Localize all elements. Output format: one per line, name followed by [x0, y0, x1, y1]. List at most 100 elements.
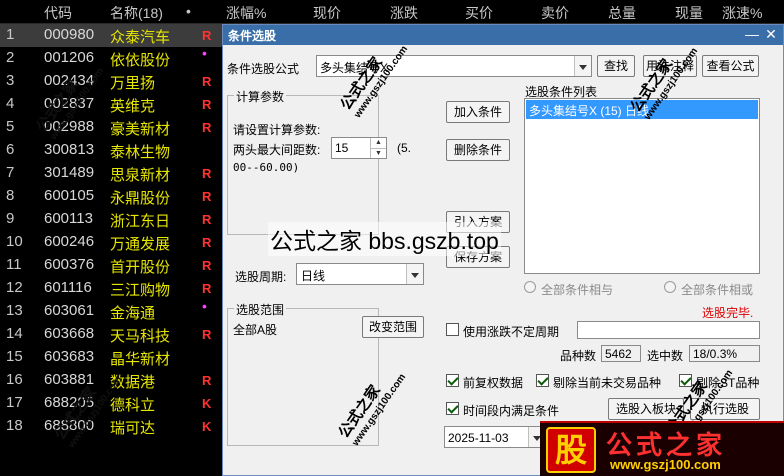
col-name[interactable]: 名称(18) — [110, 3, 163, 23]
table-row[interactable]: 9 600113 浙江东日 R — [0, 208, 230, 231]
row-number: 14 — [6, 325, 23, 342]
table-row[interactable]: 4 002837 英维克 R — [0, 93, 230, 116]
table-row[interactable]: 15 603683 晶华新材 — [0, 346, 230, 369]
stock-name: 众泰汽车 — [110, 29, 171, 46]
condition-list[interactable]: 多头集结号X (15) 日线 — [524, 98, 760, 274]
table-row[interactable]: 17 688205 德科立 K — [0, 392, 230, 415]
stock-name: 浙江东日 — [110, 213, 171, 230]
stock-flag: R — [202, 235, 212, 250]
stock-name: 依依股份 — [110, 52, 171, 69]
add-condition-button[interactable]: 加入条件 — [446, 101, 510, 123]
date-picker[interactable]: 2025-11-03 — [444, 426, 546, 448]
scope-value: 全部A股 — [233, 323, 278, 337]
table-row[interactable]: 13 603061 金海通 • — [0, 298, 230, 323]
calc-params-title: 计算参数 — [234, 88, 287, 105]
stock-code: 688800 — [44, 417, 95, 434]
table-row[interactable]: 2 001206 依依股份 • — [0, 45, 230, 70]
row-number: 10 — [6, 233, 23, 250]
exclude-st-checkbox[interactable] — [679, 374, 692, 387]
delete-condition-button[interactable]: 删除条件 — [446, 139, 510, 161]
col-change-pct[interactable]: 涨幅% — [226, 3, 266, 23]
table-row[interactable]: 16 603881 数据港 R — [0, 369, 230, 392]
stock-name: 数据港 — [110, 374, 156, 391]
row-number: 12 — [6, 279, 23, 296]
usage-notes-button[interactable]: 用法注释 — [643, 55, 697, 77]
radio-all-and[interactable] — [524, 281, 536, 293]
stock-code: 603683 — [44, 348, 95, 365]
exclude-untraded-checkbox[interactable] — [536, 374, 549, 387]
dialog-title: 条件选股 — [228, 29, 277, 43]
time-range-checkbox[interactable] — [446, 402, 459, 415]
selected-count-label: 选中数 — [647, 349, 684, 363]
execute-button[interactable]: 执行选股 — [690, 398, 760, 420]
col-price[interactable]: 现价 — [313, 3, 341, 23]
chevron-down-icon[interactable] — [406, 264, 423, 284]
table-row[interactable]: 10 600246 万通发展 R — [0, 231, 230, 254]
row-number: 9 — [6, 210, 15, 227]
row-number: 2 — [6, 49, 15, 66]
adj-data-checkbox[interactable] — [446, 374, 459, 387]
row-number: 16 — [6, 371, 23, 388]
variety-count-label: 品种数 — [560, 349, 597, 363]
find-button[interactable]: 查找 — [597, 55, 635, 77]
radio-all-or[interactable] — [664, 281, 676, 293]
col-cur-volume[interactable]: 现量 — [675, 3, 703, 23]
variety-count-box: 5462 — [601, 345, 641, 362]
col-volume[interactable]: 总量 — [608, 3, 636, 23]
stock-name: 德科立 — [110, 397, 156, 414]
change-scope-button[interactable]: 改变范围 — [362, 316, 424, 338]
spin-up-icon[interactable]: ▲ — [370, 138, 386, 148]
formula-combo[interactable]: 多头集结号X — [316, 55, 592, 77]
table-row[interactable]: 3 002434 万里扬 R — [0, 70, 230, 93]
condition-list-item[interactable]: 多头集结号X (15) 日线 — [526, 100, 758, 119]
row-number: 15 — [6, 348, 23, 365]
exclude-st-label: 剔除ST品种 — [696, 376, 760, 390]
view-formula-button[interactable]: 查看公式 — [702, 55, 759, 77]
table-row[interactable]: 11 600376 首开股份 R — [0, 254, 230, 277]
formula-label: 条件选股公式 — [227, 62, 300, 76]
close-icon[interactable]: ✕ — [762, 26, 780, 43]
col-change[interactable]: 涨跌 — [390, 3, 418, 23]
stock-grid-header: 代码 名称(18) • 涨幅% 现价 涨跌 买价 卖价 总量 现量 涨速% — [0, 0, 784, 24]
col-code[interactable]: 代码 — [44, 3, 72, 23]
col-marker[interactable]: • — [186, 3, 191, 19]
chevron-down-icon[interactable] — [574, 56, 591, 76]
param-range-end: 00--60.00) — [233, 161, 300, 174]
param-spin[interactable]: 15 ▲ ▼ — [331, 137, 387, 159]
variable-period-input[interactable] — [577, 321, 760, 339]
table-row[interactable]: 7 301489 思泉新材 R — [0, 162, 230, 185]
stock-code: 002434 — [44, 72, 95, 89]
save-plan-button[interactable]: 保存方案 — [446, 246, 510, 268]
table-row[interactable]: 8 600105 永鼎股份 R — [0, 185, 230, 208]
stock-name: 首开股份 — [110, 259, 171, 276]
status-text: 选股完毕. — [702, 306, 754, 320]
params-prompt: 请设置计算参数: — [233, 123, 321, 137]
table-row[interactable]: 1 000980 众泰汽车 R — [0, 24, 230, 47]
spin-down-icon[interactable]: ▼ — [370, 148, 386, 158]
stock-code: 603881 — [44, 371, 95, 388]
period-combo[interactable]: 日线 — [296, 263, 424, 285]
stock-name: 万通发展 — [110, 236, 171, 253]
stock-flag: R — [202, 212, 212, 227]
table-row[interactable]: 18 688800 瑞可达 K — [0, 415, 230, 438]
table-row[interactable]: 5 002988 豪美新材 R — [0, 116, 230, 139]
row-number: 5 — [6, 118, 15, 135]
table-row[interactable]: 14 603668 天马科技 R — [0, 323, 230, 346]
table-row[interactable]: 6 300813 泰林生物 — [0, 139, 230, 162]
table-row[interactable]: 12 601116 三江购物 R — [0, 277, 230, 300]
row-number: 13 — [6, 302, 23, 319]
variable-period-checkbox[interactable] — [446, 323, 459, 336]
stock-code: 002988 — [44, 118, 95, 135]
param-range-start: (5. — [397, 141, 412, 155]
stock-name: 金海通 — [110, 305, 156, 322]
col-speed[interactable]: 涨速% — [722, 3, 762, 23]
minimize-icon[interactable]: — — [743, 26, 761, 43]
to-block-button[interactable]: 选股入板块 — [608, 398, 684, 420]
stock-flag: R — [202, 281, 212, 296]
import-plan-button[interactable]: 引入方案 — [446, 211, 510, 233]
dialog-titlebar[interactable]: 条件选股 — ✕ — [223, 25, 783, 45]
period-value: 日线 — [301, 269, 326, 283]
col-bid[interactable]: 买价 — [465, 3, 493, 23]
row-number: 4 — [6, 95, 15, 112]
col-ask[interactable]: 卖价 — [541, 3, 569, 23]
